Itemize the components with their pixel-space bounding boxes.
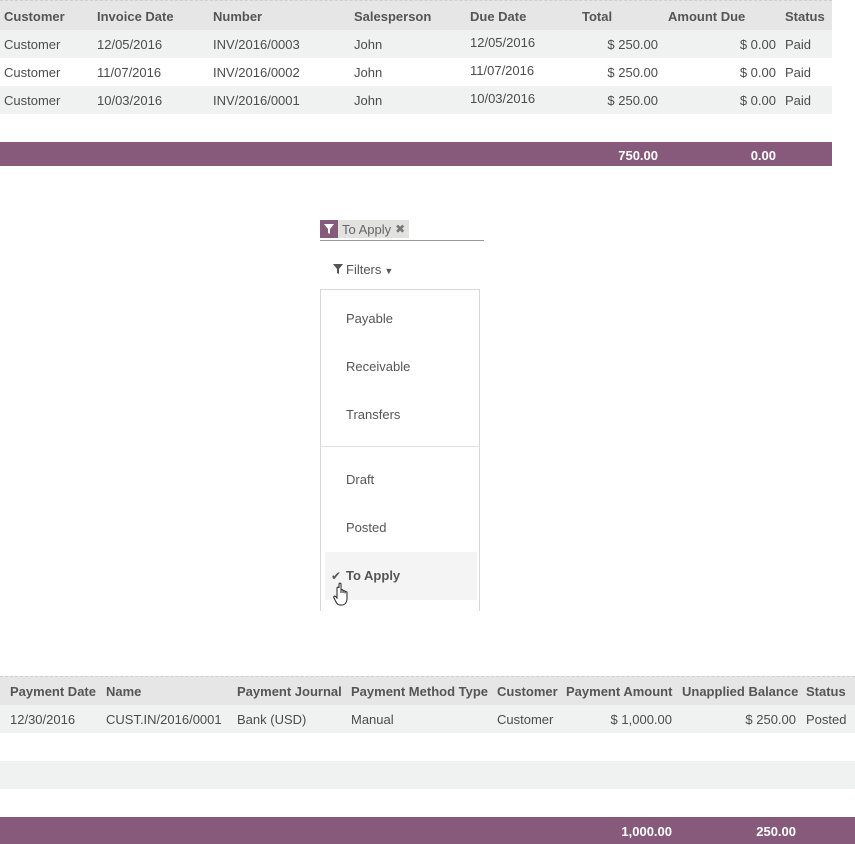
empty-row (0, 761, 855, 789)
column-header-invoice-date[interactable]: Invoice Date (97, 9, 174, 24)
filter-item-label: Posted (346, 520, 387, 535)
cell-amount-due: $ 0.00 (739, 37, 776, 52)
cell-number: INV/2016/0001 (213, 93, 300, 108)
filter-item-draft[interactable]: Draft (325, 456, 477, 504)
cell-customer: Customer (4, 65, 61, 80)
filters-dropdown: Payable Receivable Transfers Draft Poste… (320, 289, 480, 611)
column-header-payment-amount[interactable]: Payment Amount (566, 684, 672, 699)
facet-value: To Apply (342, 221, 392, 237)
amount-due-sum: 0.00 (750, 148, 776, 163)
empty-row (0, 733, 855, 761)
empty-row (0, 789, 855, 817)
cell-total: $ 250.00 (607, 93, 658, 108)
cell-invoice-date: 10/03/2016 (97, 93, 163, 108)
cell-invoice-date: 12/05/2016 (97, 37, 163, 52)
cell-invoice-date: 11/07/2016 (97, 65, 162, 80)
column-header-total[interactable]: Total (582, 9, 612, 24)
close-icon[interactable]: ✖ (395, 222, 405, 236)
facet-value-wrap: To Apply ✖ (338, 220, 410, 238)
cell-number: INV/2016/0003 (213, 37, 300, 52)
table-row[interactable]: Customer 10/03/2016 INV/2016/0001 John 1… (0, 86, 832, 114)
filter-item-label: Payable (346, 311, 393, 326)
column-header-number[interactable]: Number (213, 9, 262, 24)
column-header-unapplied-balance[interactable]: Unapplied Balance (682, 684, 798, 699)
filters-button[interactable]: Filters ▼ (333, 262, 393, 277)
filters-button-label: Filters (346, 262, 382, 277)
filter-item-label: Transfers (346, 407, 401, 422)
cell-number: INV/2016/0002 (213, 65, 300, 80)
cell-total: $ 250.00 (607, 37, 658, 52)
cell-due-date: 11/07/2016 (470, 63, 535, 78)
cell-amount-due: $ 0.00 (739, 65, 776, 80)
filter-item-posted[interactable]: Posted (325, 504, 477, 552)
column-header-payment-date[interactable]: Payment Date (10, 684, 96, 699)
cell-salesperson: John (354, 37, 383, 52)
column-header-payment-journal[interactable]: Payment Journal (237, 684, 342, 699)
column-header-status[interactable]: Status (806, 684, 846, 699)
table-footer-totals: 750.00 0.00 (0, 142, 832, 166)
cell-payment-journal: Bank (USD) (237, 712, 307, 727)
payments-table: Payment Date Name Payment Journal Paymen… (0, 676, 855, 844)
cell-salesperson: John (354, 65, 383, 80)
column-header-customer[interactable]: Customer (4, 9, 65, 24)
cell-customer: Customer (497, 712, 554, 727)
payment-amount-sum: 1,000.00 (621, 824, 672, 839)
table-row[interactable]: Customer 12/05/2016 INV/2016/0003 John 1… (0, 30, 832, 58)
filter-item-label: Draft (346, 472, 375, 487)
cell-customer: Customer (4, 37, 61, 52)
filter-item-receivable[interactable]: Receivable (325, 343, 477, 391)
cell-payment-amount: $ 1,000.00 (610, 712, 672, 727)
search-box[interactable]: To Apply ✖ (320, 219, 484, 241)
column-header-amount-due[interactable]: Amount Due (668, 9, 745, 24)
cell-due-date: 10/03/2016 (470, 91, 536, 106)
table-row[interactable]: 12/30/2016 CUST.IN/2016/0001 Bank (USD) … (0, 705, 855, 733)
cell-salesperson: John (354, 93, 383, 108)
search-facet[interactable]: To Apply ✖ (320, 220, 410, 238)
filter-icon (320, 220, 338, 238)
column-header-salesperson[interactable]: Salesperson (354, 9, 431, 24)
table-row[interactable]: Customer 11/07/2016 INV/2016/0002 John 1… (0, 58, 832, 86)
table-footer-totals: 1,000.00 250.00 (0, 817, 855, 844)
column-header-customer[interactable]: Customer (497, 684, 558, 699)
filter-icon (333, 262, 343, 277)
cell-name: CUST.IN/2016/0001 (106, 712, 222, 727)
unapplied-balance-sum: 250.00 (756, 824, 796, 839)
cell-status: Paid (785, 65, 812, 80)
cell-status: Paid (785, 93, 812, 108)
cell-status: Posted (806, 712, 847, 727)
hand-pointer-icon (333, 582, 353, 609)
cell-due-date: 12/05/2016 (470, 35, 536, 50)
total-sum: 750.00 (618, 148, 658, 163)
cell-unapplied-balance: $ 250.00 (745, 712, 796, 727)
cell-status: Paid (785, 37, 812, 52)
invoice-table: Customer Invoice Date Number Salesperson… (0, 0, 832, 166)
table-header: Payment Date Name Payment Journal Paymen… (0, 676, 855, 705)
column-header-due-date[interactable]: Due Date (470, 9, 526, 24)
cell-payment-date: 12/30/2016 (10, 712, 76, 727)
filter-item-transfers[interactable]: Transfers (325, 391, 477, 439)
table-header: Customer Invoice Date Number Salesperson… (0, 0, 832, 30)
filter-item-payable[interactable]: Payable (325, 295, 477, 343)
caret-down-icon: ▼ (384, 265, 394, 276)
column-header-status[interactable]: Status (785, 9, 825, 24)
cell-amount-due: $ 0.00 (739, 93, 776, 108)
filter-item-label: To Apply (346, 568, 401, 583)
dropdown-divider (321, 446, 479, 447)
column-header-payment-method-type[interactable]: Payment Method Type (351, 684, 488, 699)
cell-customer: Customer (4, 93, 61, 108)
cell-total: $ 250.00 (607, 65, 658, 80)
filter-item-label: Receivable (346, 359, 411, 374)
cell-payment-method-type: Manual (351, 712, 394, 727)
column-header-name[interactable]: Name (106, 684, 141, 699)
